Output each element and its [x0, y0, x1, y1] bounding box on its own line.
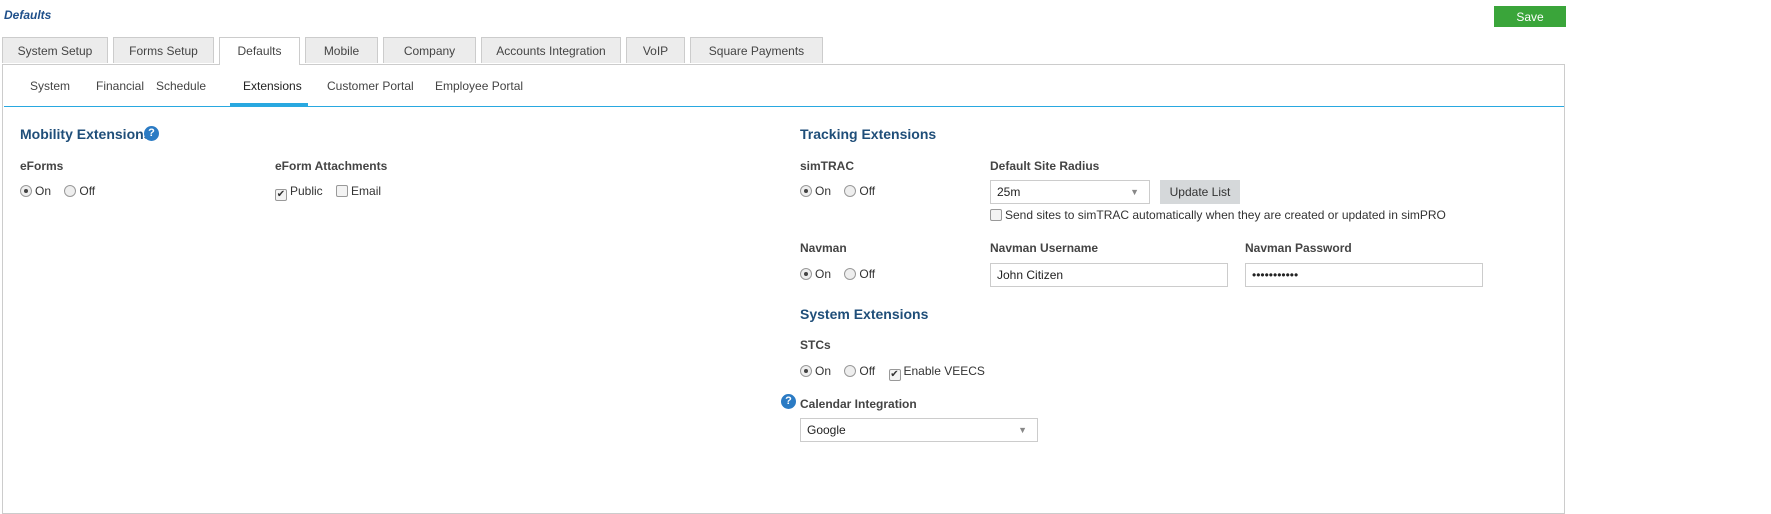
navman-username-input[interactable]: John Citizen — [990, 263, 1228, 287]
navman-off-radio[interactable]: Off — [844, 267, 875, 281]
public-checkbox[interactable]: ✔ Public — [275, 184, 323, 201]
tab-mobile[interactable]: Mobile — [305, 37, 378, 63]
tab-system-setup[interactable]: System Setup — [2, 37, 108, 63]
simtrac-radio-group: On Off — [800, 184, 885, 198]
stcs-on-radio[interactable]: On — [800, 364, 831, 378]
enable-veecs-checkbox[interactable]: ✔ Enable VEECS — [888, 364, 985, 381]
content-panel — [2, 64, 1565, 514]
tab-square-payments[interactable]: Square Payments — [690, 37, 823, 63]
eforms-on-radio[interactable]: On — [20, 184, 51, 198]
navman-radio-group: On Off — [800, 267, 885, 281]
tab-voip[interactable]: VoIP — [626, 37, 685, 63]
navman-username-label: Navman Username — [990, 241, 1099, 255]
calendar-integration-select[interactable]: Google ▼ — [800, 418, 1038, 442]
radius-select[interactable]: 25m ▼ — [990, 180, 1150, 204]
subtab-employee-portal[interactable]: Employee Portal — [435, 79, 523, 93]
radius-label: Default Site Radius — [990, 159, 1100, 173]
navman-password-label: Navman Password — [1245, 241, 1352, 255]
page-title: Defaults — [4, 8, 52, 22]
chevron-down-icon: ▼ — [1130, 187, 1139, 197]
tab-accounts-integration[interactable]: Accounts Integration — [481, 37, 621, 63]
stcs-radio-group: On Off ✔ Enable VEECS — [800, 364, 995, 381]
eforms-label: eForms — [20, 159, 64, 173]
attachments-options: ✔ Public Email — [275, 184, 391, 201]
stcs-off-radio[interactable]: Off — [844, 364, 875, 378]
navman-password-input[interactable]: ••••••••••• — [1245, 263, 1483, 287]
send-sites-checkbox[interactable]: Send sites to simTRAC automatically when… — [990, 208, 1446, 222]
email-checkbox[interactable]: Email — [336, 184, 381, 198]
eforms-off-radio[interactable]: Off — [64, 184, 95, 198]
tab-defaults[interactable]: Defaults — [219, 37, 300, 65]
navman-on-radio[interactable]: On — [800, 267, 831, 281]
chevron-down-icon: ▼ — [1018, 425, 1027, 435]
stcs-label: STCs — [800, 338, 831, 352]
subtab-active-indicator — [230, 103, 308, 107]
tab-company[interactable]: Company — [383, 37, 476, 63]
update-list-button[interactable]: Update List — [1160, 180, 1240, 204]
simtrac-on-radio[interactable]: On — [800, 184, 831, 198]
simtrac-off-radio[interactable]: Off — [844, 184, 875, 198]
simtrac-label: simTRAC — [800, 159, 855, 173]
system-extensions-heading: System Extensions — [800, 306, 929, 322]
subtab-customer-portal[interactable]: Customer Portal — [327, 79, 414, 93]
help-icon[interactable]: ? — [781, 394, 796, 409]
subtab-system[interactable]: System — [30, 79, 70, 93]
eforms-radio-group: On Off — [20, 184, 105, 198]
navman-label: Navman — [800, 241, 847, 255]
tracking-heading: Tracking Extensions — [800, 126, 937, 142]
mobility-heading: Mobility Extensions — [20, 126, 152, 142]
eform-attachments-label: eForm Attachments — [275, 159, 388, 173]
calendar-integration-label: Calendar Integration — [800, 397, 917, 411]
subtab-extensions[interactable]: Extensions — [243, 79, 302, 93]
save-button[interactable]: Save — [1494, 6, 1566, 27]
help-icon[interactable]: ? — [144, 126, 159, 141]
subtab-schedule[interactable]: Schedule — [156, 79, 206, 93]
tab-forms-setup[interactable]: Forms Setup — [113, 37, 214, 63]
subtab-financial[interactable]: Financial — [96, 79, 144, 93]
